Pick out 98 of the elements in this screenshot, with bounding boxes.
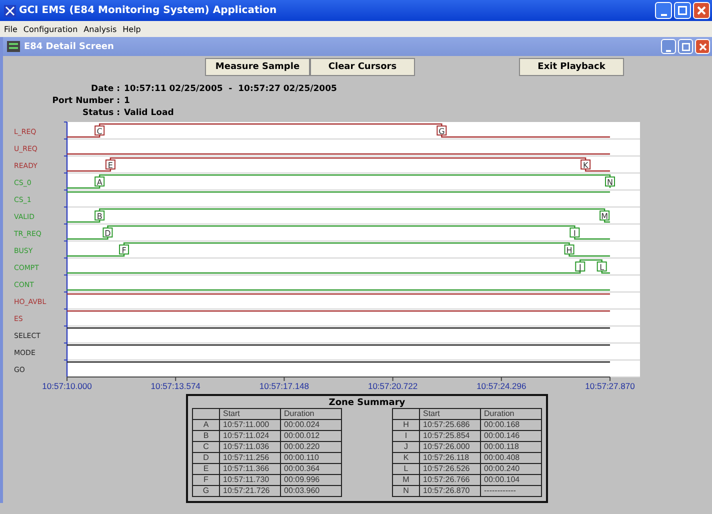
table-cell: 00:00.146	[480, 430, 542, 442]
table-cell: C	[192, 442, 220, 452]
table-cell: 10:57:26.118	[420, 452, 480, 464]
maximize-icon	[678, 6, 687, 15]
table-cell: L	[392, 464, 420, 474]
table-cell: G	[192, 486, 220, 496]
table-cell: 00:00.104	[480, 474, 542, 486]
action-button[interactable]: Clear Cursors	[310, 58, 415, 76]
table-header: Start	[220, 408, 280, 420]
field-value: 10:57:11 02/25/2005 - 10:57:27 02/25/2005	[124, 84, 338, 94]
cursor-marker[interactable]: D	[102, 228, 113, 238]
field-label: Date :	[90, 84, 120, 94]
menu-item[interactable]: Configuration	[23, 24, 78, 34]
minimize-button[interactable]	[661, 39, 676, 54]
menu-item[interactable]: Help	[122, 24, 141, 34]
cursor-marker[interactable]: J	[575, 262, 586, 272]
table-cell: 10:57:11.730	[220, 474, 280, 486]
table-cell: 10:57:26.526	[420, 464, 480, 474]
table-cell: 00:00.240	[480, 464, 542, 474]
table-cell: A	[192, 420, 220, 430]
cursor-marker[interactable]: C	[94, 126, 105, 136]
table-cell: 10:57:11.256	[220, 452, 280, 464]
field-value: Valid Load	[124, 108, 175, 118]
table-header: Duration	[480, 408, 542, 420]
field-label: Port Number :	[51, 96, 120, 106]
cursor-marker[interactable]: K	[580, 160, 591, 170]
window-icon	[7, 41, 20, 52]
cursor-marker[interactable]: A	[94, 176, 105, 187]
table-cell: E	[192, 464, 220, 474]
cursor-marker[interactable]: B	[94, 210, 105, 221]
minimize-button[interactable]	[655, 2, 672, 19]
cursor-marker[interactable]: N	[605, 176, 615, 187]
table-cell: 00:09.996	[280, 474, 342, 486]
cursor-marker[interactable]: F	[119, 244, 130, 255]
maximize-button[interactable]	[678, 39, 693, 54]
table-cell: J	[392, 442, 420, 452]
minimize-icon	[666, 50, 671, 52]
table-cell: 10:57:11.024	[220, 430, 280, 442]
table-header: Start	[420, 408, 480, 420]
table-cell: 00:00.168	[480, 420, 542, 430]
table-header	[192, 408, 220, 420]
action-button[interactable]: Measure Sample	[205, 58, 310, 76]
table-cell: 10:57:26.870	[420, 486, 480, 496]
table-cell: 10:57:26.000	[420, 442, 480, 452]
table-cell: 00:00.012	[280, 430, 342, 442]
axis-tick-label: 10:57:10.000	[42, 381, 92, 391]
close-button[interactable]	[693, 2, 710, 19]
window-title: E84 Detail Screen	[24, 42, 114, 52]
table-cell: 00:00.024	[280, 420, 342, 430]
table-cell: 10:57:25.686	[420, 420, 480, 430]
table-cell: F	[192, 474, 220, 486]
menu-item[interactable]: Analysis	[84, 24, 117, 34]
table-cell: K	[392, 452, 420, 464]
table-header	[392, 408, 420, 420]
table-cell: 10:57:11.000	[220, 420, 280, 430]
panel-title: Zone Summary	[328, 398, 406, 408]
table-header: Duration	[280, 408, 342, 420]
table-cell: 00:00.118	[480, 442, 542, 452]
axis-tick-label: 10:57:17.148	[259, 381, 310, 391]
maximize-button[interactable]	[674, 2, 691, 19]
table-cell: 10:57:11.366	[220, 464, 280, 474]
axis-tick-label: 10:57:24.296	[476, 381, 526, 391]
cursor-marker[interactable]: M	[600, 210, 610, 221]
cursor-marker[interactable]: E	[105, 160, 116, 170]
table-cell: D	[192, 452, 220, 464]
table-cell: N	[392, 486, 420, 496]
axis-tick-label: 10:57:13.574	[150, 381, 200, 391]
field-label: Status :	[82, 108, 120, 118]
action-button[interactable]: Exit Playback	[519, 58, 624, 76]
close-icon	[698, 42, 706, 50]
window-title: GCI EMS (E84 Monitoring System) Application	[19, 5, 277, 16]
cursor-marker[interactable]: G	[436, 126, 447, 136]
cursor-marker[interactable]: H	[564, 244, 574, 255]
table-cell: ------------	[480, 486, 542, 496]
table-cell: 00:00.364	[280, 464, 342, 474]
maximize-icon	[682, 42, 690, 50]
close-button[interactable]	[695, 39, 710, 54]
close-icon	[697, 6, 706, 15]
table-cell: 10:57:11.036	[220, 442, 280, 452]
table-cell: M	[392, 474, 420, 486]
table-cell: 10:57:21.726	[220, 486, 280, 496]
table-cell: I	[392, 430, 420, 442]
table-cell: 00:00.220	[280, 442, 342, 452]
cursor-marker[interactable]: L	[596, 262, 607, 272]
table-cell: 10:57:25.854	[420, 430, 480, 442]
app-icon	[4, 4, 16, 16]
table-cell: 00:03.960	[280, 486, 342, 496]
table-cell: H	[392, 420, 420, 430]
menu-item[interactable]: File	[4, 24, 18, 34]
table-cell: 00:00.408	[480, 452, 542, 464]
minimize-icon	[660, 14, 666, 16]
table-cell: 10:57:26.766	[420, 474, 480, 486]
cursor-marker[interactable]: I	[570, 228, 580, 238]
table-cell: B	[192, 430, 220, 442]
axis-tick-label: 10:57:20.722	[368, 381, 418, 391]
field-value: 1	[124, 96, 131, 106]
axis-tick-label: 10:57:27.870	[585, 381, 635, 391]
table-cell: 00:00.110	[280, 452, 342, 464]
